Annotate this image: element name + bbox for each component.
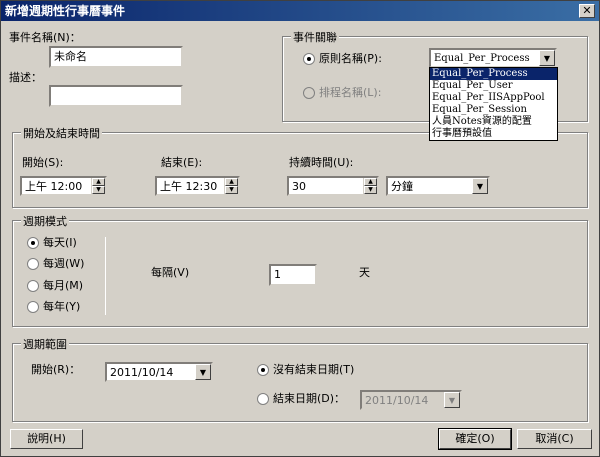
window-title: 新增週期性行事曆事件 <box>5 4 126 18</box>
dropdown-option[interactable]: Equal_Per_Process <box>430 68 557 80</box>
rule-name-select[interactable]: Equal_Per_Process ▼ <box>429 48 557 68</box>
pattern-group-title: 週期模式 <box>21 213 69 229</box>
end-date-select[interactable]: 2011/10/14 ▼ <box>360 390 462 410</box>
schedule-name-radio[interactable]: 排程名稱(L): <box>303 84 381 100</box>
rule-name-value: Equal_Per_Process <box>434 53 530 64</box>
close-button[interactable]: ✕ <box>579 4 595 18</box>
title-bar[interactable]: 新增週期性行事曆事件 ✕ <box>1 1 599 21</box>
rule-name-radio[interactable]: 原則名稱(P): <box>303 50 382 66</box>
rule-name-dropdown-list[interactable]: Equal_Per_Process Equal_Per_User Equal_P… <box>429 67 558 141</box>
no-end-date-radio[interactable]: 沒有結束日期(T) <box>257 361 354 377</box>
event-link-title: 事件關聯 <box>291 29 339 45</box>
chevron-down-icon[interactable]: ▼ <box>539 50 555 66</box>
end-date-label: 結束日期(D)： <box>273 392 346 405</box>
duration-unit-value: 分鐘 <box>391 180 413 193</box>
end-date-value: 2011/10/14 <box>365 394 429 407</box>
range-start-label: 開始(R)： <box>31 363 81 376</box>
start-time-label: 開始(S): <box>22 156 64 169</box>
dialog-window: 新增週期性行事曆事件 ✕ 事件名稱(N)： 未命名 描述： 事件關聯 原則名稱(… <box>0 0 600 457</box>
weekly-radio-icon <box>27 258 39 270</box>
ok-button[interactable]: 確定(O) <box>438 428 512 450</box>
daily-radio[interactable]: 每天(I) <box>27 234 77 250</box>
chevron-down-icon[interactable]: ▼ <box>195 364 211 380</box>
every-label: 每隔(V) <box>151 266 190 279</box>
every-input[interactable]: 1 <box>269 264 317 286</box>
rule-name-label: 原則名稱(P): <box>319 52 382 65</box>
end-date-radio[interactable]: 結束日期(D)： <box>257 390 345 406</box>
end-time-label: 結束(E): <box>161 156 203 169</box>
monthly-label: 每月(M) <box>43 279 84 292</box>
dropdown-option[interactable]: Equal_Per_Session <box>430 104 557 116</box>
schedule-name-radio-icon <box>303 87 315 99</box>
range-start-value: 2011/10/14 <box>110 366 174 379</box>
duration-value: 30 <box>292 180 306 193</box>
range-group: 週期範圍 <box>12 336 588 422</box>
weekly-label: 每週(W) <box>43 257 85 270</box>
description-input[interactable] <box>49 85 183 107</box>
start-time-value: 上午 12:00 <box>25 180 83 193</box>
start-time-input[interactable]: 上午 12:00 ▲ ▼ <box>20 176 107 196</box>
time-group: 開始及結束時間 <box>12 125 588 208</box>
dropdown-option[interactable]: Equal_Per_User <box>430 80 557 92</box>
start-time-spinner[interactable]: ▲ ▼ <box>91 178 105 194</box>
chevron-down-icon[interactable]: ▼ <box>472 178 488 194</box>
range-group-title: 週期範圍 <box>21 336 69 352</box>
range-start-select[interactable]: 2011/10/14 ▼ <box>105 362 213 382</box>
event-name-input[interactable]: 未命名 <box>49 46 183 68</box>
yearly-radio[interactable]: 每年(Y) <box>27 298 80 314</box>
daily-label: 每天(I) <box>43 236 77 249</box>
every-unit: 天 <box>359 266 370 279</box>
time-group-title: 開始及結束時間 <box>21 125 102 141</box>
end-time-input[interactable]: 上午 12:30 ▲ ▼ <box>155 176 240 196</box>
daily-radio-icon <box>27 237 39 249</box>
dropdown-option[interactable]: 行事曆預設值 <box>430 128 557 140</box>
event-name-label: 事件名稱(N)： <box>9 31 81 44</box>
chevron-down-icon[interactable]: ▼ <box>444 392 460 408</box>
end-date-radio-icon <box>257 393 269 405</box>
description-label: 描述： <box>9 71 42 84</box>
cancel-button[interactable]: 取消(C) <box>517 429 592 449</box>
duration-label: 持續時間(U): <box>289 156 354 169</box>
no-end-date-radio-icon <box>257 364 269 376</box>
yearly-label: 每年(Y) <box>43 300 81 313</box>
end-time-value: 上午 12:30 <box>160 180 218 193</box>
help-button[interactable]: 說明(H) <box>10 429 83 449</box>
rule-name-radio-icon <box>303 53 315 65</box>
schedule-name-label: 排程名稱(L): <box>319 86 382 99</box>
monthly-radio-icon <box>27 280 39 292</box>
pattern-divider <box>105 237 106 315</box>
weekly-radio[interactable]: 每週(W) <box>27 255 84 271</box>
no-end-date-label: 沒有結束日期(T) <box>273 363 355 376</box>
duration-unit-select[interactable]: 分鐘 ▼ <box>386 176 490 196</box>
dropdown-option[interactable]: 人員Notes資源的配置 <box>430 116 557 128</box>
yearly-radio-icon <box>27 301 39 313</box>
duration-spinner[interactable]: ▲ ▼ <box>363 178 377 194</box>
dropdown-option[interactable]: Equal_Per_IISAppPool <box>430 92 557 104</box>
duration-input[interactable]: 30 ▲ ▼ <box>287 176 379 196</box>
monthly-radio[interactable]: 每月(M) <box>27 277 83 293</box>
end-time-spinner[interactable]: ▲ ▼ <box>224 178 238 194</box>
